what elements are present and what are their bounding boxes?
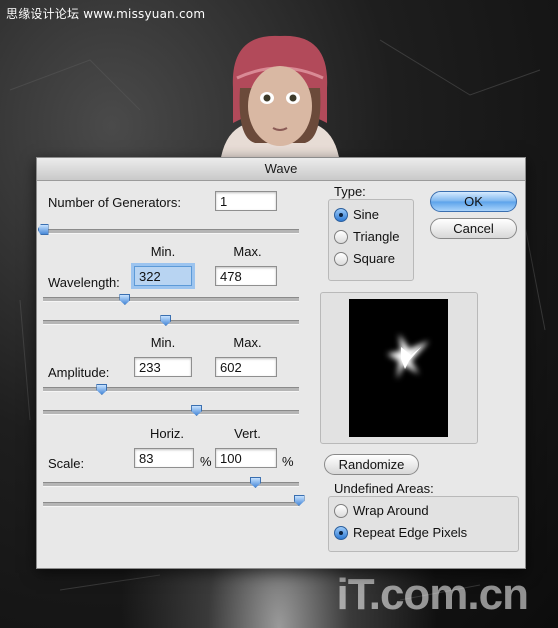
- randomize-button[interactable]: Randomize: [324, 454, 419, 475]
- amplitude-max-input[interactable]: [215, 357, 277, 377]
- scale-vert-slider-track[interactable]: [43, 502, 299, 507]
- girl-portrait-image: [220, 35, 340, 163]
- wavelength-min-header: Min.: [150, 244, 176, 259]
- wrap-around-radio[interactable]: [334, 503, 348, 518]
- type-group-label: Type:: [334, 184, 366, 199]
- type-option-square[interactable]: Square: [334, 251, 395, 266]
- undefined-option-repeat-edge[interactable]: Repeat Edge Pixels: [334, 525, 467, 540]
- triangle-radio[interactable]: [334, 229, 348, 244]
- ok-button[interactable]: OK: [430, 191, 517, 212]
- amplitude-min-header: Min.: [150, 335, 176, 350]
- wave-dialog: Wave Number of Generators: Min. Max. Wav…: [36, 157, 526, 569]
- wavelength-min-slider-thumb[interactable]: [119, 294, 131, 305]
- type-option-sine[interactable]: Sine: [334, 207, 379, 222]
- generators-input[interactable]: [215, 191, 277, 211]
- scale-horiz-unit: %: [200, 454, 212, 469]
- scale-horiz-input[interactable]: [134, 448, 194, 468]
- generators-label: Number of Generators:: [48, 195, 181, 210]
- undefined-areas-group: Wrap Around Repeat Edge Pixels: [328, 496, 519, 552]
- generators-slider-track[interactable]: [43, 229, 299, 234]
- cancel-button[interactable]: Cancel: [430, 218, 517, 239]
- generators-slider-thumb[interactable]: [37, 224, 49, 235]
- brand-watermark: iT.com.cn: [336, 570, 529, 619]
- wave-preview-image: [349, 299, 448, 437]
- wavelength-min-slider-track[interactable]: [43, 297, 299, 302]
- dialog-title: Wave: [37, 158, 525, 181]
- type-group: Sine Triangle Square: [328, 199, 414, 281]
- amplitude-max-header: Max.: [233, 335, 262, 350]
- wrap-around-label: Wrap Around: [353, 503, 429, 518]
- scale-vert-unit: %: [282, 454, 294, 469]
- triangle-label: Triangle: [353, 229, 400, 244]
- undefined-option-wrap-around[interactable]: Wrap Around: [334, 503, 429, 518]
- amplitude-label: Amplitude:: [48, 365, 110, 380]
- preview-panel: [320, 292, 478, 444]
- square-label: Square: [353, 251, 395, 266]
- scale-vert-header: Vert.: [234, 426, 261, 441]
- square-radio[interactable]: [334, 251, 348, 266]
- sine-radio[interactable]: [334, 207, 348, 222]
- undefined-areas-label: Undefined Areas:: [334, 481, 434, 496]
- repeat-edge-pixels-radio[interactable]: [334, 525, 348, 540]
- wave-preview-shape: [387, 334, 429, 379]
- wavelength-max-input[interactable]: [215, 266, 277, 286]
- amplitude-min-slider-track[interactable]: [43, 387, 299, 392]
- scale-horiz-header: Horiz.: [150, 426, 184, 441]
- scale-vert-input[interactable]: [215, 448, 277, 468]
- repeat-edge-pixels-label: Repeat Edge Pixels: [353, 525, 468, 540]
- sine-label: Sine: [353, 207, 380, 222]
- wavelength-max-header: Max.: [233, 244, 262, 259]
- wavelength-min-input[interactable]: [134, 266, 192, 286]
- scale-label: Scale:: [48, 456, 85, 471]
- site-watermark: 思缘设计论坛 www.missyuan.com: [6, 7, 206, 21]
- wavelength-label: Wavelength:: [48, 275, 120, 290]
- amplitude-max-slider-track[interactable]: [43, 410, 299, 415]
- amplitude-min-slider-thumb[interactable]: [96, 384, 108, 395]
- type-option-triangle[interactable]: Triangle: [334, 229, 399, 244]
- amplitude-min-input[interactable]: [134, 357, 192, 377]
